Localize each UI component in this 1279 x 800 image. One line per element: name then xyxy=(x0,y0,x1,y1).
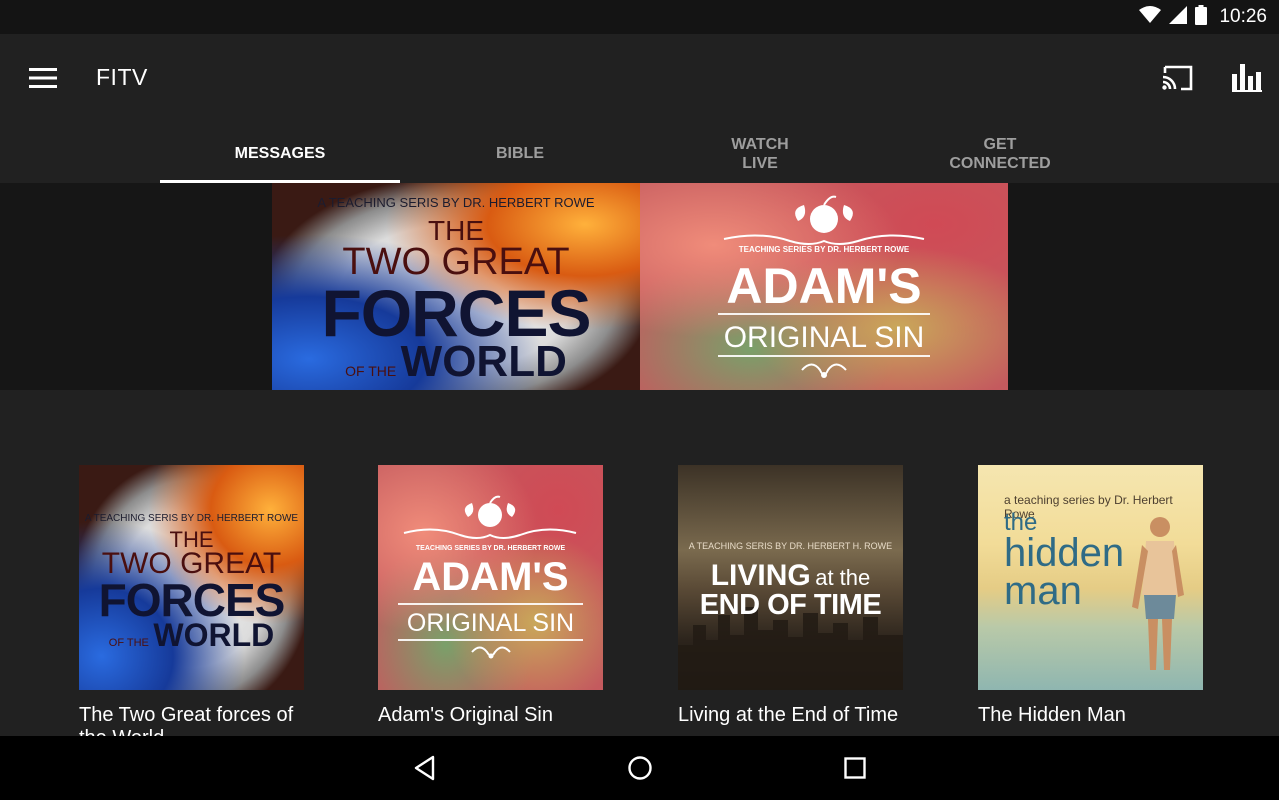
home-icon xyxy=(628,756,652,780)
tab-label: MESSAGES xyxy=(234,145,326,162)
art-line-group: OF THE WORLD xyxy=(79,617,304,654)
tab-bible[interactable]: BIBLE xyxy=(400,124,640,183)
app-title: FITV xyxy=(96,64,148,90)
series-artwork: A TEACHING SERIS BY DR. HERBERT ROWE THE… xyxy=(272,183,640,390)
apple-ornament-icon xyxy=(723,195,925,245)
bar-chart-icon xyxy=(1232,64,1262,92)
status-bar: 10:26 xyxy=(0,0,1279,34)
art-line: END OF TIME xyxy=(699,589,882,621)
art-line: ORIGINAL SIN xyxy=(723,321,925,354)
cast-icon xyxy=(1162,65,1193,91)
tab-bar: MESSAGES BIBLE WATCH LIVE GET CONNECTED xyxy=(160,124,1120,183)
back-button[interactable] xyxy=(405,750,445,786)
battery-icon xyxy=(1195,4,1208,30)
tab-messages[interactable]: MESSAGES xyxy=(160,124,400,183)
art-line-group: LIVING at the xyxy=(678,559,903,593)
tab-watch-live[interactable]: WATCH LIVE xyxy=(640,124,880,183)
divider xyxy=(398,603,583,605)
tab-label: BIBLE xyxy=(496,145,544,162)
series-card[interactable]: TEACHING SERIES BY DR. HERBERT ROWE ADAM… xyxy=(378,465,603,727)
art-line: man xyxy=(1004,569,1082,613)
art-line: ORIGINAL SIN xyxy=(406,609,575,637)
tab-get-connected[interactable]: GET CONNECTED xyxy=(880,124,1120,183)
art-line: WORLD xyxy=(400,337,567,386)
status-time: 10:26 xyxy=(1219,6,1267,27)
menu-icon xyxy=(29,68,57,88)
scroll-ornament-icon xyxy=(471,646,511,659)
art-subtitle: TEACHING SERIES BY DR. HERBERT ROWE xyxy=(415,545,566,552)
series-artwork: TEACHING SERIES BY DR. HERBERT ROWE ADAM… xyxy=(640,183,1008,390)
divider xyxy=(718,313,930,315)
apple-ornament-icon xyxy=(403,495,577,539)
cast-button[interactable] xyxy=(1158,60,1198,96)
art-line-group: OF THE WORLD xyxy=(272,337,640,387)
status-icons: 10:26 xyxy=(1139,0,1267,34)
series-thumbnail: A TEACHING SERIS BY DR. HERBERT ROWE THE… xyxy=(79,465,304,690)
tab-label: GET CONNECTED xyxy=(949,135,1051,172)
signal-icon xyxy=(1169,5,1188,29)
series-thumbnail: a teaching series by Dr. Herbert Rowe th… xyxy=(978,465,1203,690)
art-subtitle: A TEACHING SERIS BY DR. HERBERT ROWE xyxy=(317,195,595,210)
wifi-icon xyxy=(1139,5,1162,29)
series-thumbnail: A TEACHING SERIS BY DR. HERBERT H. ROWE … xyxy=(678,465,903,690)
art-subtitle: TEACHING SERIES BY DR. HERBERT ROWE xyxy=(738,245,910,254)
series-card[interactable]: a teaching series by Dr. Herbert Rowe th… xyxy=(978,465,1203,727)
series-card[interactable]: A TEACHING SERIS BY DR. HERBERT H. ROWE … xyxy=(678,465,903,727)
system-nav-bar xyxy=(0,736,1279,800)
art-line: at the xyxy=(815,565,871,590)
recents-icon xyxy=(844,757,866,779)
back-icon xyxy=(414,755,435,781)
divider xyxy=(718,355,930,357)
home-button[interactable] xyxy=(620,750,660,786)
series-title: The Hidden Man xyxy=(978,704,1126,726)
messages-grid: A TEACHING SERIS BY DR. HERBERT ROWE THE… xyxy=(0,390,1279,736)
art-line: ADAM'S xyxy=(726,258,922,314)
stats-button[interactable] xyxy=(1226,60,1268,96)
hero-card-two-great-forces[interactable]: A TEACHING SERIS BY DR. HERBERT ROWE THE… xyxy=(272,183,640,390)
menu-button[interactable] xyxy=(22,60,64,96)
tab-label: WATCH LIVE xyxy=(731,135,789,172)
art-line: OF THE xyxy=(345,363,397,379)
series-title: Adam's Original Sin xyxy=(378,704,553,726)
art-line: LIVING xyxy=(710,559,811,592)
art-subtitle: A TEACHING SERIS BY DR. HERBERT ROWE xyxy=(84,513,299,524)
series-card[interactable]: A TEACHING SERIS BY DR. HERBERT ROWE THE… xyxy=(79,465,304,736)
divider xyxy=(398,639,583,641)
art-line: WORLD xyxy=(153,617,275,653)
art-line: ADAM'S xyxy=(412,555,569,599)
hero-card-adams-original-sin[interactable]: TEACHING SERIES BY DR. HERBERT ROWE ADAM… xyxy=(640,183,1008,390)
series-title: Living at the End of Time xyxy=(678,704,899,726)
hero-banner: A TEACHING SERIS BY DR. HERBERT ROWE THE… xyxy=(0,183,1279,390)
scroll-ornament-icon xyxy=(801,363,847,378)
app-bar: FITV xyxy=(0,34,1279,124)
series-thumbnail: TEACHING SERIES BY DR. HERBERT ROWE ADAM… xyxy=(378,465,603,690)
art-subtitle: A TEACHING SERIS BY DR. HERBERT H. ROWE xyxy=(688,541,893,551)
art-line: OF THE xyxy=(108,637,149,649)
series-title: The Two Great forces of the World xyxy=(79,704,294,736)
recents-button[interactable] xyxy=(835,750,875,786)
